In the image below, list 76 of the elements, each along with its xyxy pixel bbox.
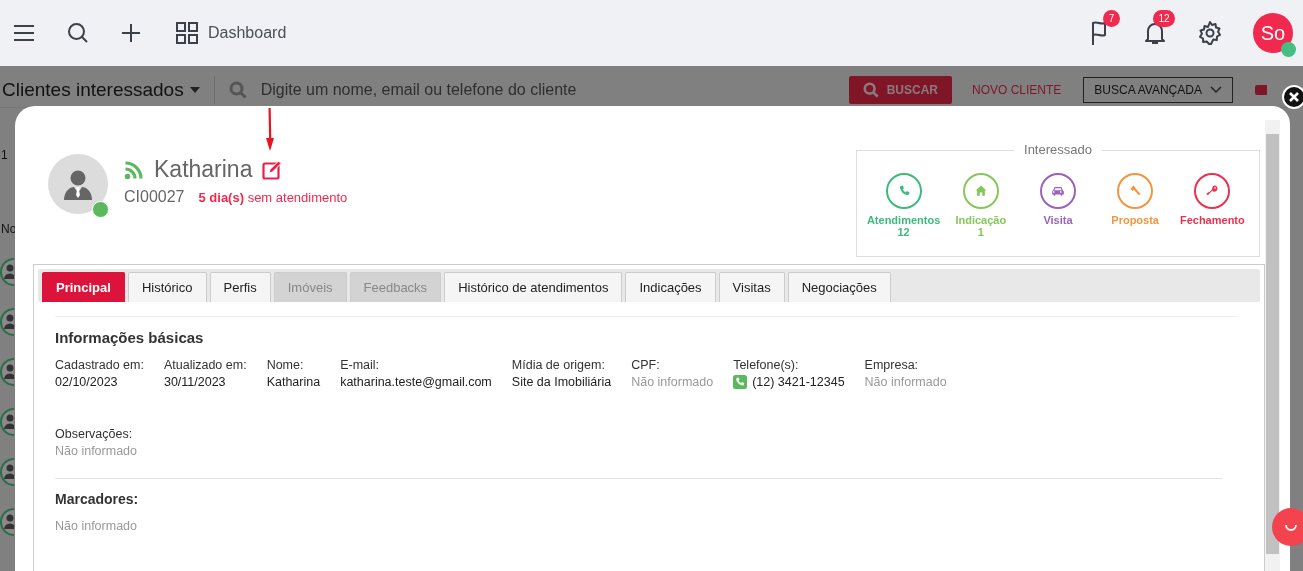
chat-icon [1285,523,1297,531]
stage-label: Fechamento [1179,214,1245,226]
car-icon [1050,184,1065,198]
field-value: Não informado [864,375,947,389]
count-badge: 7 [1103,10,1120,27]
dashboard-label: Dashboard [208,24,287,42]
list-title[interactable]: Clientes interessados [0,75,215,104]
export-button[interactable] [1254,84,1267,95]
section-title: Marcadores: [55,491,140,507]
grid-icon [176,22,198,44]
field-value: katharina.teste@gmail.com [340,375,492,389]
attendance-status: 5 dia(s) sem atendimento [198,190,348,205]
tab[interactable]: Principal [42,272,125,302]
scrollbar[interactable] [1265,120,1280,571]
stage-label: Atendimentos [866,214,941,226]
stage-label: Indicação [955,214,1007,226]
tab[interactable]: Histórico [127,272,207,302]
tab[interactable]: Indicações [625,272,716,302]
bell-icon[interactable] [1143,20,1167,46]
tab[interactable]: Negociações [787,272,891,302]
stage-button[interactable] [1117,173,1154,209]
client-code: CI00027 [124,188,185,206]
stage-label: Proposta [1111,214,1159,226]
field-value: Não informado [55,519,137,533]
stage-label: Visita [1043,214,1073,226]
field-label: E-mail: [340,358,381,372]
house-icon [973,184,988,198]
stage-count: 1 [977,226,984,238]
field-label: CPF: [631,358,661,372]
field-label: Cadastrado em: [55,358,144,372]
search-field[interactable]: Digite um nome, email ou telefone do cliente [214,79,849,100]
stage-button[interactable] [885,173,922,209]
field-value: 30/11/2023 [163,375,227,389]
user-avatar[interactable]: So [1253,13,1293,53]
field-value: Não informado [55,444,138,458]
new-client-link[interactable]: NOVO CLIENTE [972,82,1062,97]
stage-count: 12 [897,226,910,238]
field-value: 02/10/2023 [55,375,119,389]
field-value: Site da Imobiliária [511,375,612,389]
rss-icon [124,159,144,180]
chevron-icon [1209,85,1222,94]
plus-icon[interactable] [120,22,142,44]
dashboard-link[interactable]: Dashboard [176,22,287,44]
caret-icon [189,86,200,93]
section-title: Informações básicas [55,316,1238,346]
tab[interactable]: Visitas [718,272,785,302]
field-label: Nome: [266,358,305,372]
stage-button[interactable] [1039,173,1076,209]
edit-icon[interactable] [262,159,283,180]
field-label: Observações: [55,427,134,441]
close-icon [1288,91,1300,103]
phone-icon [733,375,748,389]
settings-icon[interactable] [1197,20,1223,46]
list-text: 1 [0,148,8,162]
search-icon[interactable] [66,21,90,45]
field-label: Mídia de origem: [511,358,606,372]
field-value: (12) 3421-12345 [752,375,845,389]
count-badge: 12 [1153,10,1175,27]
search-button[interactable]: BUSCAR [848,75,952,104]
field-value: Katharina [266,375,321,389]
field-value: Não informado [631,375,714,389]
panel-title: Interessado [1014,142,1102,157]
field-label: Empresa: [864,358,920,372]
advanced-search-button[interactable]: BUSCA AVANÇADA [1083,76,1233,103]
tab[interactable]: Histórico de atendimentos [444,272,623,302]
annotation-arrow [265,108,275,152]
client-avatar [48,154,108,214]
gavel-icon [1128,184,1143,198]
search-icon [228,80,247,99]
field-label: Atualizado em: [163,358,247,372]
search-icon [862,81,879,98]
field-label: Telefone(s): [733,358,800,372]
client-name: Katharina [154,156,253,183]
stage-button[interactable] [1194,173,1231,209]
key-icon [1205,184,1220,198]
tab[interactable]: Perfis [209,272,271,302]
